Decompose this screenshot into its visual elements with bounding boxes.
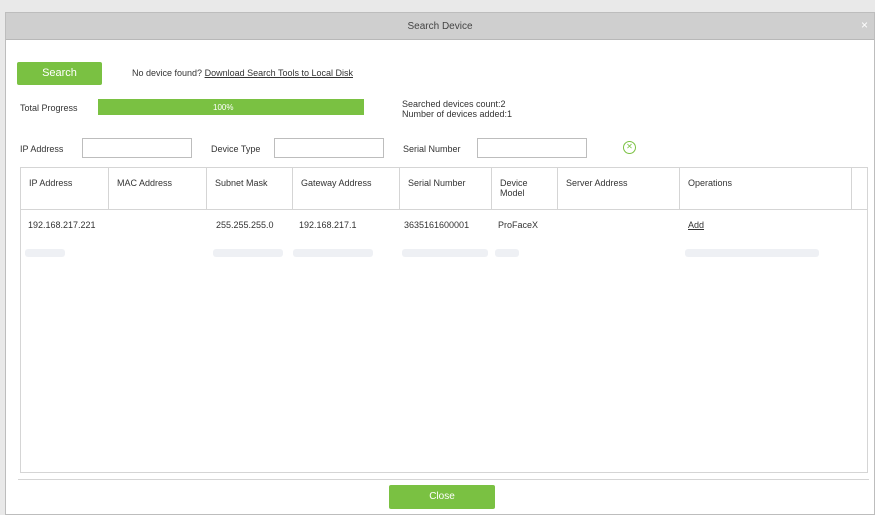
serial-number-label: Serial Number xyxy=(403,144,461,154)
add-device-link[interactable]: Add xyxy=(688,220,704,230)
progress-value: 100% xyxy=(213,103,234,112)
search-button[interactable]: Search xyxy=(17,62,102,85)
searched-count: Searched devices count:2 xyxy=(402,99,506,109)
redacted-field xyxy=(25,249,65,257)
added-count: Number of devices added:1 xyxy=(402,109,513,119)
device-table: IP Address MAC Address Subnet Mask Gatew… xyxy=(20,167,868,473)
close-icon[interactable]: × xyxy=(861,18,868,32)
ip-address-input[interactable] xyxy=(82,138,192,158)
row-ip-address: 192.168.217.221 xyxy=(28,220,96,230)
ip-address-label: IP Address xyxy=(20,144,64,154)
total-progress-label: Total Progress xyxy=(20,103,78,113)
table-header: IP Address MAC Address Subnet Mask Gatew… xyxy=(21,168,867,210)
footer-divider xyxy=(18,479,869,480)
col-ip-address: IP Address xyxy=(21,168,109,210)
no-device-hint: No device found? Download Search Tools t… xyxy=(132,68,353,78)
redacted-field xyxy=(495,249,519,257)
col-server-address: Server Address xyxy=(558,168,680,210)
col-gateway-address: Gateway Address xyxy=(293,168,400,210)
device-type-input[interactable] xyxy=(274,138,384,158)
col-operations: Operations xyxy=(680,168,852,210)
download-search-tools-link[interactable]: Download Search Tools to Local Disk xyxy=(205,68,353,78)
col-mac-address: MAC Address xyxy=(109,168,207,210)
col-serial-number: Serial Number xyxy=(400,168,492,210)
redacted-field xyxy=(213,249,283,257)
close-button[interactable]: Close xyxy=(389,485,495,509)
search-counts: Searched devices count:2 Number of devic… xyxy=(402,99,512,119)
search-device-dialog: Search Device × Search No device found? … xyxy=(5,12,875,515)
col-subnet-mask: Subnet Mask xyxy=(207,168,293,210)
row-device-model: ProFaceX xyxy=(498,220,539,230)
clear-filter-icon[interactable]: ✕ xyxy=(623,141,636,154)
row-gateway-address: 192.168.217.1 xyxy=(299,220,357,230)
dialog-titlebar: Search Device × xyxy=(6,13,874,40)
redacted-field xyxy=(293,249,373,257)
total-progress-bar: 100% xyxy=(98,99,364,115)
row-serial-number: 3635161600001 xyxy=(404,220,470,230)
no-device-text: No device found? xyxy=(132,68,203,78)
redacted-field xyxy=(685,249,819,257)
serial-number-input[interactable] xyxy=(477,138,587,158)
col-device-model: Device Model xyxy=(492,168,558,210)
row-subnet-mask: 255.255.255.0 xyxy=(216,220,274,230)
redacted-field xyxy=(402,249,488,257)
device-type-label: Device Type xyxy=(211,144,261,154)
dialog-title: Search Device xyxy=(407,21,473,32)
